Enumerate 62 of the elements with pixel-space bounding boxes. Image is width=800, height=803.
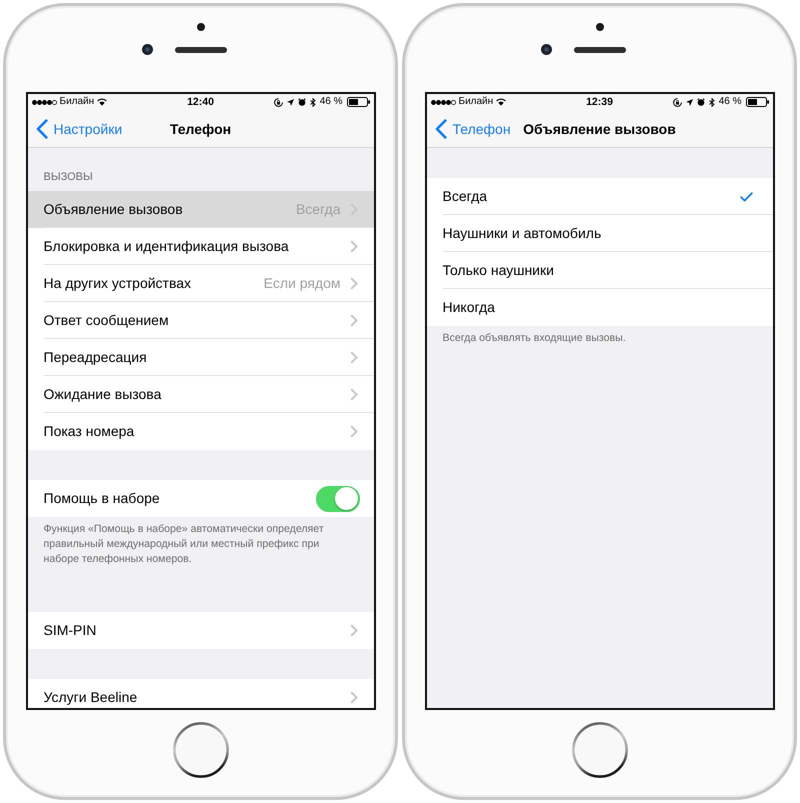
settings-row[interactable]: Блокировка и идентификация вызова: [28, 228, 374, 265]
bluetooth-icon: [708, 98, 715, 106]
location-arrow-icon: [686, 98, 693, 106]
section-footer: Функция «Помощь в наборе» автоматически определяет правильный международный или местный префикс при наборе телефонных номеров.: [44, 523, 324, 565]
battery-percent: 46 %: [320, 96, 342, 108]
settings-row[interactable]: Ожидание вызова: [28, 376, 374, 413]
settings-row[interactable]: Объявление вызовов Всегда: [28, 191, 374, 228]
settings-row[interactable]: Переадресация: [28, 339, 374, 376]
home-button[interactable]: [172, 722, 228, 778]
bluetooth-icon: [310, 98, 316, 106]
chevron-left-icon: [434, 118, 446, 138]
nav-title: Объявление вызовов: [523, 120, 676, 136]
battery-percent: 46 %: [718, 96, 742, 108]
option-row[interactable]: Всегда: [426, 178, 772, 215]
back-button[interactable]: Настройки: [28, 118, 122, 138]
camera-icon: [540, 44, 552, 55]
sensor-dot-icon: [596, 23, 604, 31]
row-label: Помощь в наборе: [44, 490, 161, 507]
settings-row[interactable]: SIM-PIN: [28, 612, 374, 649]
chevron-right-icon: [350, 691, 358, 704]
nav-title: Телефон: [170, 120, 232, 136]
back-button[interactable]: Телефон: [426, 118, 511, 138]
battery-icon: [346, 97, 370, 107]
option-row[interactable]: Никогда: [426, 289, 772, 326]
status-time: 12:39: [586, 96, 613, 108]
section-footer: Всегда объявлять входящие вызовы.: [442, 332, 626, 344]
row-value: Всегда: [296, 201, 340, 218]
chevron-right-icon: [350, 624, 358, 637]
option-row[interactable]: Наушники и автомобиль: [426, 215, 772, 252]
chevron-right-icon: [350, 277, 358, 290]
home-button[interactable]: [572, 722, 628, 778]
option-row[interactable]: Только наушники: [426, 252, 772, 289]
settings-row[interactable]: Услуги Beeline: [28, 679, 374, 708]
sensor-dot-icon: [196, 23, 204, 31]
chevron-right-icon: [350, 314, 358, 327]
carrier-name: Билайн: [458, 96, 494, 108]
chevron-right-icon: [350, 425, 358, 438]
battery-icon: [746, 97, 768, 107]
status-time: 12:40: [187, 96, 214, 108]
rotation-lock-icon: [274, 98, 283, 106]
toggle-switch[interactable]: [316, 486, 360, 512]
settings-row[interactable]: На других устройствах Если рядом: [28, 265, 374, 302]
section-header: ВЫЗОВЫ: [44, 171, 93, 183]
settings-row[interactable]: Ответ сообщением: [28, 302, 374, 339]
chevron-right-icon: [350, 240, 358, 253]
wifi-icon: [496, 98, 506, 106]
chevron-right-icon: [350, 388, 358, 401]
rotation-lock-icon: [672, 98, 682, 106]
signal-dots-icon: [32, 100, 56, 104]
chevron-left-icon: [36, 118, 48, 138]
speaker-grille-icon: [574, 46, 626, 52]
row-value: Если рядом: [264, 275, 340, 292]
chevron-right-icon: [350, 351, 358, 364]
alarm-clock-icon: [298, 98, 306, 106]
location-arrow-icon: [286, 98, 294, 106]
speaker-grille-icon: [174, 46, 226, 52]
wifi-icon: [97, 98, 108, 106]
signal-dots-icon: [430, 100, 456, 104]
carrier-name: Билайн: [60, 96, 94, 108]
settings-row[interactable]: Показ номера: [28, 413, 374, 450]
camera-icon: [142, 44, 152, 55]
alarm-clock-icon: [696, 98, 705, 106]
